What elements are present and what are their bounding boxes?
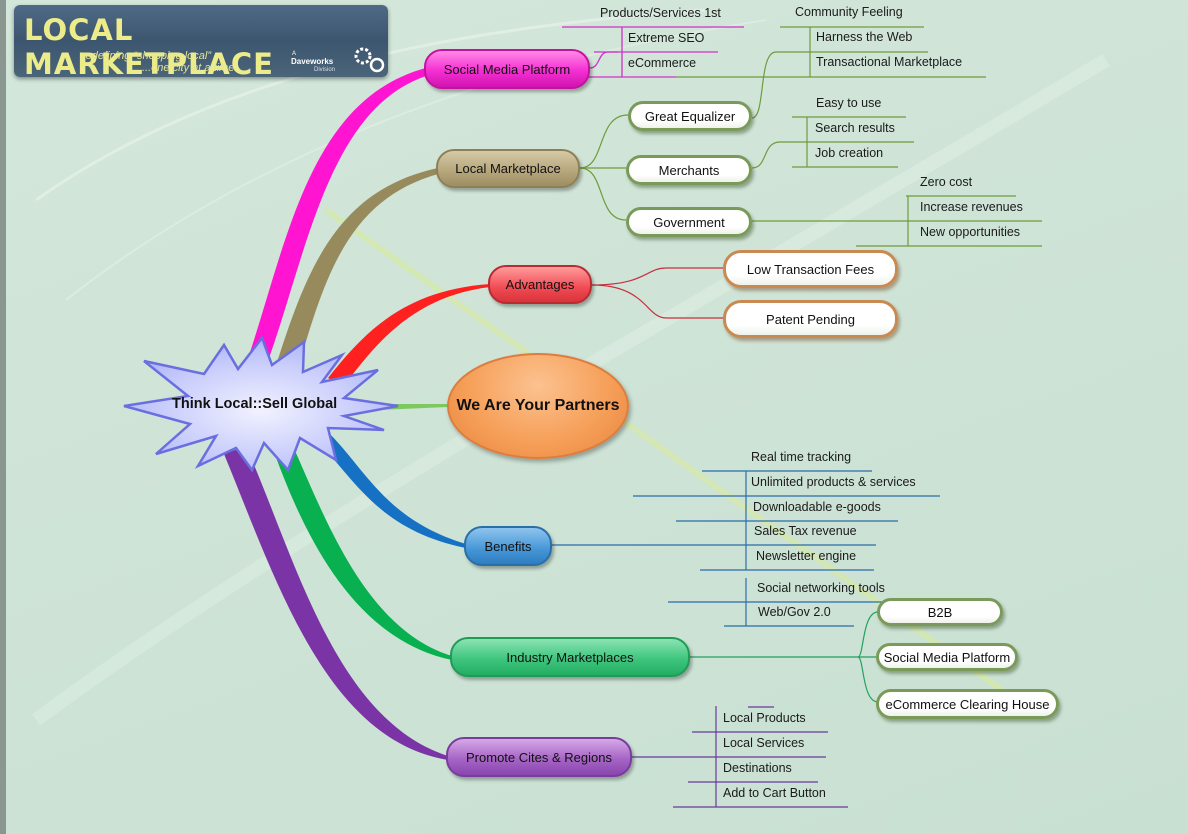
node-label: Promote Cites & Regions — [466, 749, 612, 765]
node-ecommerce-clearing-house[interactable]: eCommerce Clearing House — [876, 689, 1059, 719]
node-label: We Are Your Partners — [456, 397, 620, 414]
node-merchants[interactable]: Merchants — [626, 155, 752, 185]
node-label: eCommerce Clearing House — [885, 696, 1050, 712]
leaf-products-services-1st[interactable]: Products/Services 1st — [600, 6, 721, 20]
node-label: Social Media Platform — [883, 649, 1011, 665]
node-label: Industry Marketplaces — [506, 649, 634, 665]
logo-banner: LOCAL MARKETPLACE redefining “shopping l… — [14, 5, 388, 77]
leaf-harness-the-web[interactable]: Harness the Web — [816, 30, 912, 44]
leaf-social-networking-tools[interactable]: Social networking tools — [757, 581, 885, 595]
node-government[interactable]: Government — [626, 207, 752, 237]
node-label: Advantages — [505, 277, 575, 292]
leaf-job-creation[interactable]: Job creation — [815, 146, 883, 160]
leaf-community-feeling[interactable]: Community Feeling — [795, 5, 903, 19]
node-benefits[interactable]: Benefits — [464, 526, 552, 566]
leaf-destinations[interactable]: Destinations — [723, 761, 792, 775]
node-label: B2B — [927, 604, 953, 620]
node-advantages[interactable]: Advantages — [488, 265, 592, 304]
branch-advantages — [328, 284, 490, 386]
leaf-new-opportunities[interactable]: New opportunities — [920, 225, 1020, 239]
leaf-local-services[interactable]: Local Services — [723, 736, 804, 750]
leaf-real-time-tracking[interactable]: Real time tracking — [751, 450, 851, 464]
leaf-unlimited-products-services[interactable]: Unlimited products & services — [751, 475, 916, 489]
node-label: Benefits — [484, 538, 532, 554]
leaf-ecommerce[interactable]: eCommerce — [628, 56, 696, 70]
node-local-marketplace[interactable]: Local Marketplace — [436, 149, 580, 188]
center-label: Think Local::Sell Global — [172, 396, 338, 412]
leaf-easy-to-use[interactable]: Easy to use — [816, 96, 881, 110]
node-low-transaction-fees[interactable]: Low Transaction Fees — [723, 250, 898, 288]
logo-division-word: Division — [314, 67, 336, 73]
node-label: Patent Pending — [766, 311, 855, 327]
leaf-transactional-marketplace[interactable]: Transactional Marketplace — [816, 55, 962, 69]
logo-tagline-2: ...one city at a time — [142, 62, 235, 74]
node-label: Social Media Platform — [443, 61, 571, 77]
node-label: Great Equalizer — [644, 108, 736, 124]
node-great-equalizer[interactable]: Great Equalizer — [628, 101, 752, 131]
leaf-local-products[interactable]: Local Products — [723, 711, 806, 725]
mind-map-canvas: LOCAL MARKETPLACE redefining “shopping l… — [0, 0, 1188, 834]
leaf-sales-tax-revenue[interactable]: Sales Tax revenue — [754, 524, 857, 538]
node-industry-social-media-platform[interactable]: Social Media Platform — [876, 643, 1018, 671]
node-promote-cities-regions[interactable]: Promote Cites & Regions — [446, 737, 632, 777]
node-b2b[interactable]: B2B — [877, 598, 1003, 626]
gears-icon — [354, 47, 385, 73]
leaf-zero-cost[interactable]: Zero cost — [920, 175, 972, 189]
leaf-downloadable-e-goods[interactable]: Downloadable e-goods — [753, 500, 881, 514]
node-label: Government — [653, 214, 725, 230]
leaf-increase-revenues[interactable]: Increase revenues — [920, 200, 1023, 214]
node-patent-pending[interactable]: Patent Pending — [723, 300, 898, 338]
leaf-add-to-cart-button[interactable]: Add to Cart Button — [723, 786, 826, 800]
node-label: Local Marketplace — [455, 161, 561, 176]
leaf-search-results[interactable]: Search results — [815, 121, 895, 135]
logo-division-brand: Daveworks — [291, 57, 334, 66]
node-social-media-platform[interactable]: Social Media Platform — [424, 49, 590, 89]
logo-tagline-1: redefining “shopping local” — [82, 50, 212, 62]
node-label: Low Transaction Fees — [746, 261, 875, 277]
node-we-are-your-partners[interactable]: We Are Your Partners — [447, 353, 629, 459]
node-industry-marketplaces[interactable]: Industry Marketplaces — [450, 637, 690, 677]
leaf-web-gov-2[interactable]: Web/Gov 2.0 — [758, 605, 831, 619]
leaf-extreme-seo[interactable]: Extreme SEO — [628, 31, 704, 45]
leaf-newsletter-engine[interactable]: Newsletter engine — [756, 549, 856, 563]
branch-promote — [224, 446, 448, 760]
node-label: Merchants — [658, 162, 720, 178]
